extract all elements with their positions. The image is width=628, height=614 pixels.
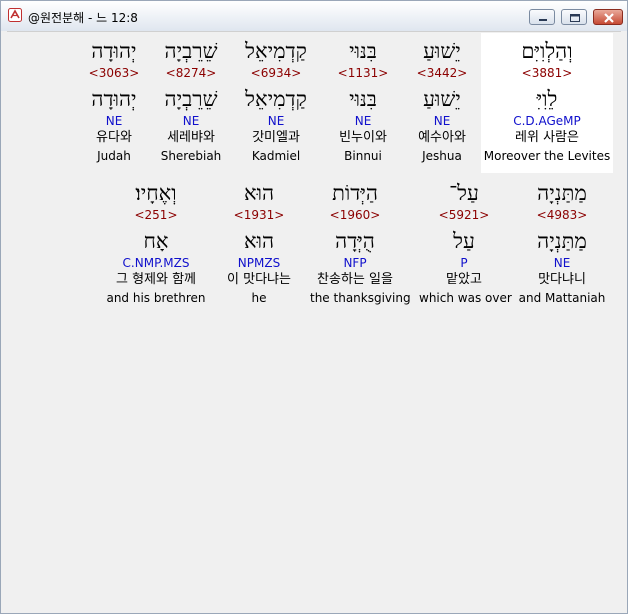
strong-number[interactable]: <251> [96,208,216,222]
english-gloss: and his brethren [106,291,206,305]
strong-number[interactable]: <5921> [419,208,509,222]
maximize-button[interactable] [561,9,587,25]
english-gloss: Kadmiel [251,149,301,163]
english-gloss: Sherebiah [160,149,222,163]
hebrew-word: וְאֶחָיו׃ [135,181,177,205]
hebrew-root: שֵׁרֵבְיָה [164,87,218,111]
hebrew-word: הוּא [243,181,275,205]
strong-number[interactable]: <1960> [310,208,400,222]
close-icon [604,13,614,23]
korean-gloss: 찬송하는 일을 [317,272,393,287]
korean-gloss: 예수아와 [418,130,466,145]
hebrew-root: בִּנּוּי [349,87,377,111]
morphology-code: NE [182,114,200,128]
hebrew-root: קַדְמִיאֵל [245,87,307,111]
title-bar[interactable]: @원전분해 - 느 12:8 [1,1,627,31]
hebrew-word: יְהוּדָה [91,39,137,63]
morphology-code: C.D.AGeMP [513,114,581,128]
minimize-button[interactable] [529,9,555,25]
hebrew-root: לֵוִיִּ [536,87,558,111]
strong-number[interactable]: <6934> [231,66,321,80]
morphology-code: NE [433,114,451,128]
hebrew-word: עַל־ [449,181,479,205]
korean-gloss: 세레뱌와 [167,130,215,145]
korean-gloss: 유다와 [96,130,132,145]
hebrew-root: הֻיְּדָה [335,229,375,253]
english-gloss: he [251,291,267,305]
hebrew-word: מַתַּנְיָה [537,181,587,205]
strong-number[interactable]: <3442> [397,66,487,80]
english-gloss: Judah [97,149,131,163]
app-icon [8,8,22,22]
hebrew-root: עַל [453,229,475,253]
hebrew-word: הַיְּדוֹת [332,181,378,205]
hebrew-word: קַדְמִיאֵל [245,39,307,63]
strong-number[interactable]: <1931> [214,208,304,222]
hebrew-root: יֵשׁוּעַ [423,87,461,111]
strong-number[interactable]: <1131> [318,66,408,80]
morphology-code: NPMZS [237,256,281,270]
english-gloss: the thanksgiving [310,291,411,305]
maximize-icon [570,14,580,22]
morphology-code: NFP [343,256,367,270]
strong-number[interactable]: <3063> [69,66,159,80]
close-button[interactable] [593,9,623,25]
morphology-code: NE [553,256,571,270]
korean-gloss: 빈누이와 [339,130,387,145]
korean-gloss: 그 형제와 함께 [115,272,197,287]
morphology-code: NE [354,114,372,128]
hebrew-root: יְהוּדָה [91,87,137,111]
hebrew-root: מַתַּנְיָה [537,229,587,253]
strong-number[interactable]: <4983> [517,208,607,222]
hebrew-word: בִּנּוּי [349,39,377,63]
english-gloss: which was over [419,291,512,305]
strong-number[interactable]: <8274> [146,66,236,80]
english-gloss: and Mattaniah [518,291,606,305]
morphology-code: NE [105,114,123,128]
window-title: @원전분해 - 느 12:8 [28,11,138,25]
morphology-code: P [460,256,468,270]
morphology-code: C.NMP.MZS [122,256,190,270]
interlinear-view[interactable]: וְהַלְוִיִּם <3881> לֵוִיִּ C.D.AGeMP 레위… [7,31,621,610]
korean-gloss: 이 맛다냐는 [227,272,291,287]
korean-gloss: 갓미엘과 [252,130,300,145]
hebrew-word: יֵשׁוּעַ [423,39,461,63]
hebrew-word: שֵׁרֵבְיָה [164,39,218,63]
hebrew-root: הוּא [243,229,275,253]
korean-gloss: 맛다냐니 [538,272,586,287]
app-window: @원전분해 - 느 12:8 וְהַלְוִיִּם <3881> לֵוִי… [0,0,628,614]
english-gloss: Jeshua [422,149,462,163]
hebrew-word: וְהַלְוִיִּם [521,39,573,63]
english-gloss: Moreover the Levites [483,149,611,163]
korean-gloss: 맡았고 [446,272,482,287]
strong-number[interactable]: <3881> [482,66,612,80]
english-gloss: Binnui [344,149,382,163]
minimize-icon [539,19,547,21]
hebrew-root: אָח [143,229,169,253]
korean-gloss: 레위 사람은 [515,130,579,145]
morphology-code: NE [267,114,285,128]
